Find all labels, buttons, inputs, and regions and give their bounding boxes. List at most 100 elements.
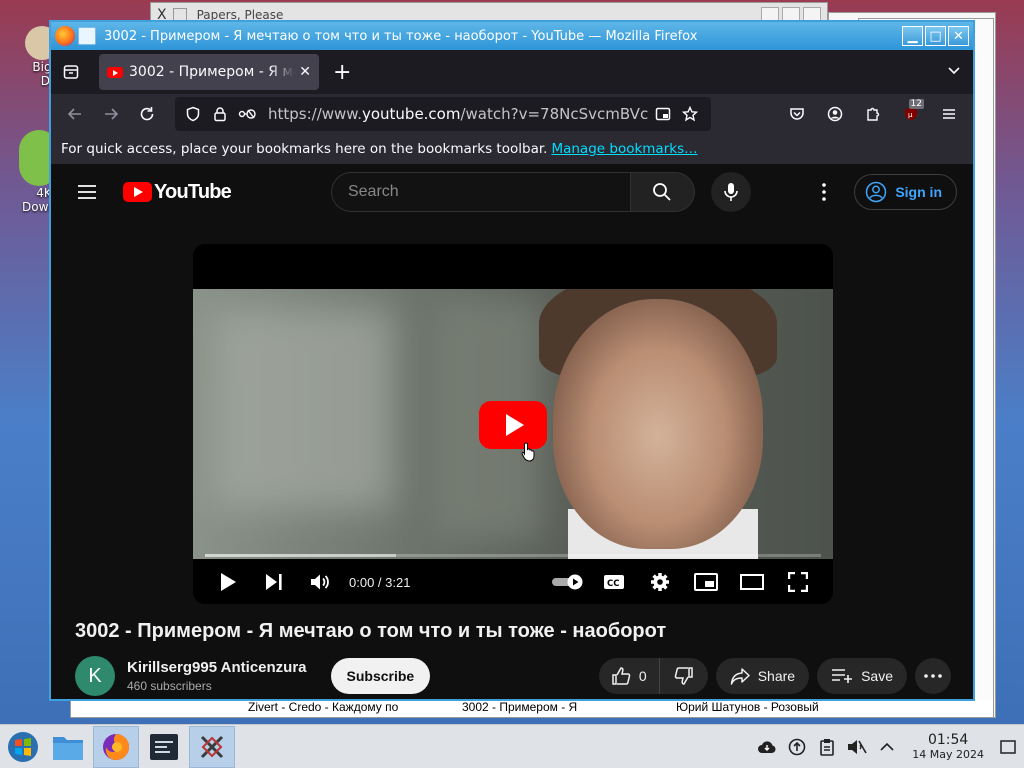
tray-expand[interactable] <box>873 733 901 761</box>
taskbar-papers-please[interactable] <box>189 725 235 768</box>
settings-button[interactable] <box>637 562 683 602</box>
player-controls: 0:00 / 3:21 CC <box>193 562 833 602</box>
skip-next-icon <box>266 574 282 590</box>
like-count: 0 <box>638 668 647 684</box>
youtube-search-input[interactable]: Search <box>330 172 631 212</box>
back-arrow-icon <box>67 108 81 120</box>
subscribe-button[interactable]: Subscribe <box>330 658 431 694</box>
channel-name[interactable]: Kirillserg995 Anticenzura <box>127 659 307 676</box>
clock-date: 14 May 2024 <box>912 748 984 761</box>
youtube-logo[interactable]: YouTube <box>123 180 232 204</box>
tab-youtube[interactable]: 3002 - Примером - Я мечтаю о том что и т… <box>99 54 319 90</box>
new-tab-button[interactable]: + <box>333 60 351 85</box>
svg-text:CC: CC <box>607 579 619 589</box>
extensions-button[interactable] <box>855 98 891 130</box>
video-progress-bar[interactable] <box>205 554 821 557</box>
lock-icon[interactable] <box>208 102 232 126</box>
background-window-strip: Zivert - Credo - Каждому по 3002 - Приме… <box>70 700 994 718</box>
subscriber-count: 460 subscribers <box>127 679 212 693</box>
clock[interactable]: 01:54 14 May 2024 <box>912 732 992 761</box>
tray-clipboard[interactable] <box>813 733 841 761</box>
system-tray: 01:54 14 May 2024 <box>752 725 1024 768</box>
next-button[interactable] <box>251 562 297 602</box>
firefox-icon <box>55 26 75 46</box>
tray-volume[interactable] <box>843 733 871 761</box>
window-controls: ▁ □ ✕ <box>902 26 969 46</box>
thumbs-up-icon <box>612 667 631 685</box>
save-button[interactable]: Save <box>817 658 907 694</box>
more-actions-button[interactable] <box>915 658 951 694</box>
share-button[interactable]: Share <box>715 658 810 694</box>
update-icon <box>788 738 806 755</box>
tab-close-button[interactable]: ✕ <box>299 64 311 80</box>
pocket-button[interactable] <box>779 98 815 130</box>
youtube-search-button[interactable] <box>630 172 695 212</box>
video-frame[interactable] <box>193 289 833 559</box>
like-button[interactable]: 0 <box>599 658 660 694</box>
permissions-icon[interactable] <box>235 102 259 126</box>
tab-list-button[interactable] <box>947 63 961 81</box>
youtube-logo-text: YouTube <box>154 180 232 203</box>
fullscreen-button[interactable] <box>775 562 821 602</box>
start-button[interactable] <box>3 727 43 767</box>
play-button[interactable] <box>205 562 251 602</box>
forward-button[interactable] <box>93 98 129 130</box>
strip-item-2[interactable]: 3002 - Примером - Я <box>462 700 577 714</box>
strip-item-1[interactable]: Zivert - Credo - Каждому по <box>248 700 398 714</box>
sign-in-button[interactable]: Sign in <box>854 174 957 210</box>
navigation-toolbar: https://www.youtube.com/watch?v=78NcSvcm… <box>51 94 973 134</box>
taskbar-terminal[interactable] <box>141 726 187 768</box>
maximize-button[interactable]: □ <box>925 26 946 46</box>
bookmark-star-icon[interactable] <box>678 102 702 126</box>
papers-please-icon <box>200 735 224 758</box>
bookmarks-toolbar: For quick access, place your bookmarks h… <box>51 134 973 164</box>
firefox-icon <box>103 733 129 760</box>
youtube-guide-button[interactable] <box>67 172 107 212</box>
tray-update[interactable] <box>783 733 811 761</box>
tab-bar: 3002 - Примером - Я мечтаю о том что и т… <box>51 50 973 94</box>
manage-bookmarks-link[interactable]: Manage bookmarks… <box>551 141 697 157</box>
video-title: 3002 - Примером - Я мечтаю о том что и т… <box>75 620 667 642</box>
chevron-up-icon <box>880 742 894 751</box>
volume-button[interactable] <box>297 562 343 602</box>
picture-in-picture-icon[interactable] <box>651 102 675 126</box>
youtube-settings-button[interactable] <box>804 172 844 212</box>
horizontal-ellipsis-icon <box>924 674 942 678</box>
app-menu-button[interactable] <box>931 98 967 130</box>
back-button[interactable] <box>57 98 93 130</box>
voice-search-button[interactable] <box>710 172 751 212</box>
hamburger-icon <box>78 185 96 199</box>
strip-item-3[interactable]: Юрий Шатунов - Розовый <box>676 700 819 714</box>
tray-cloud-sync[interactable] <box>753 733 781 761</box>
video-player[interactable]: 0:00 / 3:21 CC <box>193 244 833 604</box>
theater-mode-button[interactable] <box>729 562 775 602</box>
miniplayer-button[interactable] <box>683 562 729 602</box>
theater-mode-icon <box>740 574 764 590</box>
reload-button[interactable] <box>129 98 165 130</box>
channel-avatar[interactable]: K <box>75 656 115 696</box>
taskbar-file-manager[interactable] <box>45 726 91 768</box>
dislike-button[interactable] <box>660 658 708 694</box>
minimize-button[interactable]: ▁ <box>902 26 923 46</box>
window-titlebar[interactable]: 3002 - Примером - Я мечтаю о том что и т… <box>51 22 973 50</box>
show-desktop-button[interactable] <box>992 725 1024 768</box>
youtube-logo-icon <box>123 182 152 202</box>
subtitles-button[interactable]: CC <box>591 562 637 602</box>
url-bar[interactable]: https://www.youtube.com/watch?v=78NcSvcm… <box>175 97 711 131</box>
ublock-extension-button[interactable]: μ 12 <box>893 98 929 130</box>
taskbar-firefox[interactable] <box>93 725 139 768</box>
video-person-face <box>553 299 763 549</box>
cloud-download-icon <box>758 740 776 753</box>
pin-icon[interactable] <box>78 27 96 45</box>
tracking-protection-shield-icon[interactable] <box>181 102 205 126</box>
account-button[interactable] <box>817 98 853 130</box>
desktop-icon <box>1000 739 1016 754</box>
chevron-down-icon <box>948 67 960 75</box>
close-button[interactable]: ✕ <box>948 26 969 46</box>
extension-badge: 12 <box>908 99 924 109</box>
firefox-view-button[interactable] <box>57 58 85 86</box>
like-dislike-group: 0 <box>598 658 708 694</box>
url-domain: youtube.com <box>361 105 461 123</box>
autoplay-toggle[interactable] <box>545 562 591 602</box>
clipboard-icon <box>820 738 835 756</box>
